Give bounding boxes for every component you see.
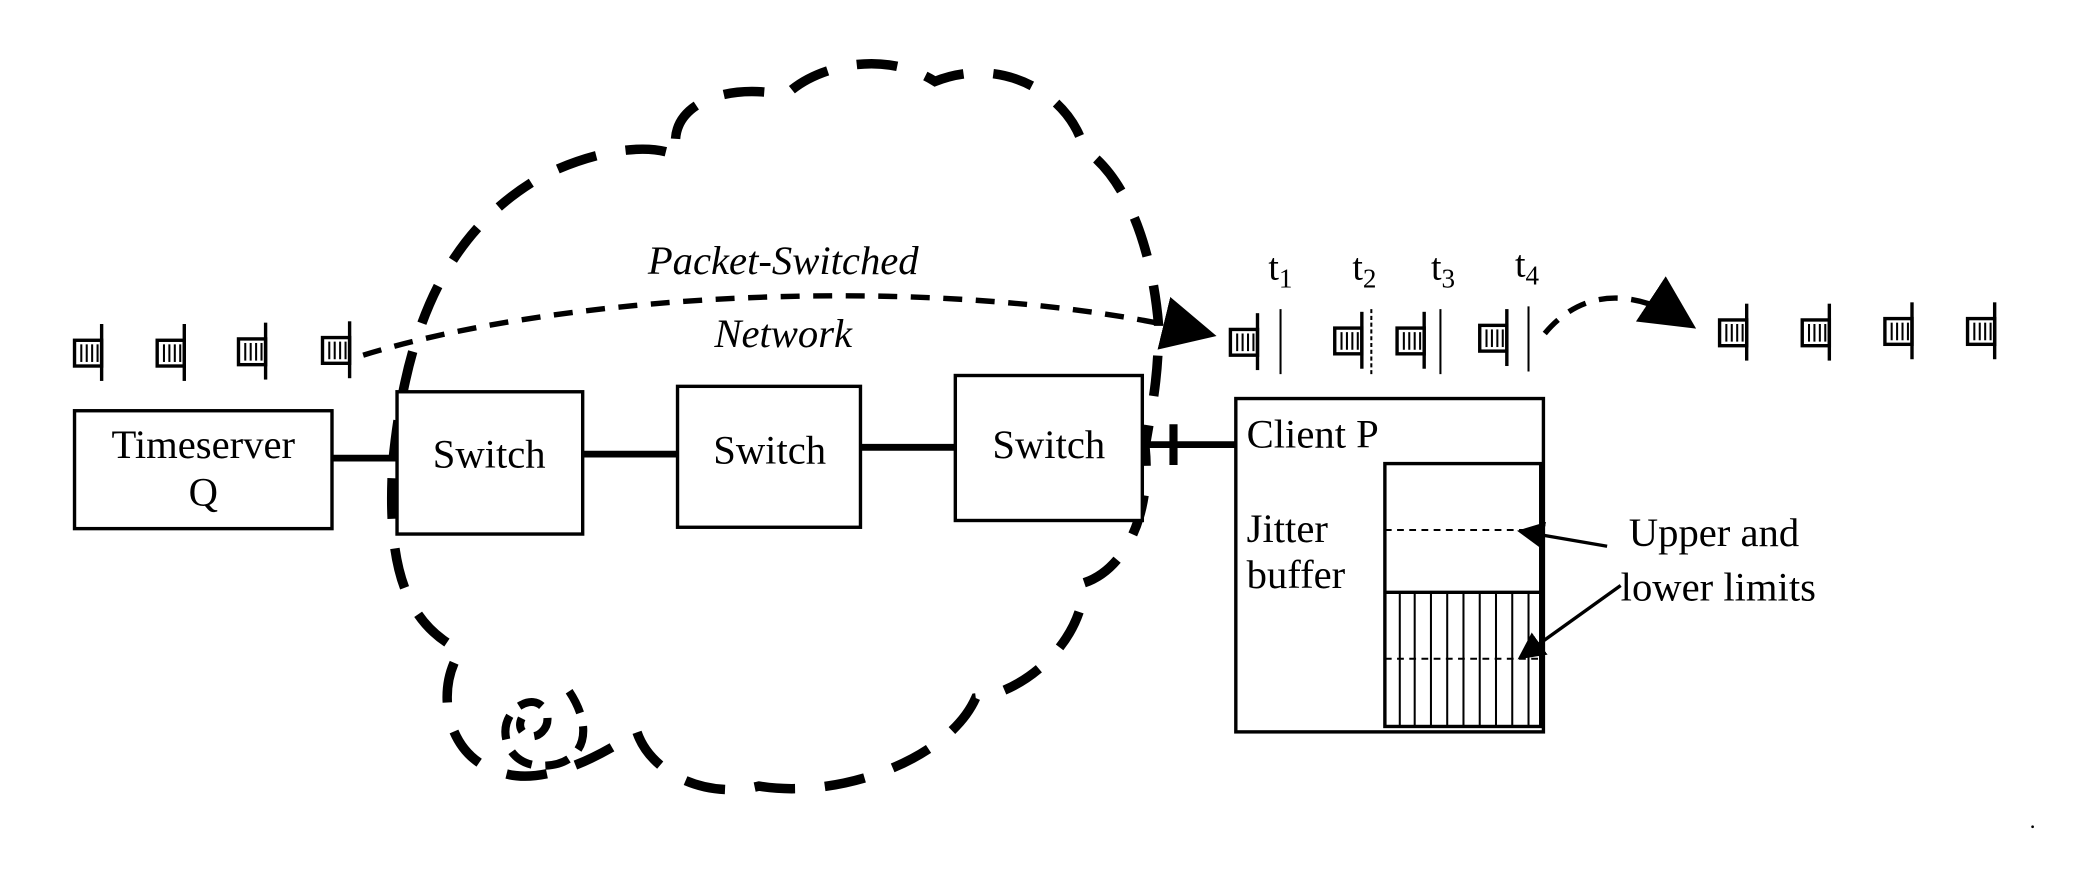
stray-mark — [2031, 825, 2034, 829]
time-label-t3: t3 — [1431, 246, 1455, 293]
output-flow-arrow — [1542, 276, 1697, 336]
packet-icon — [1478, 307, 1509, 368]
client-label: Client P — [1247, 411, 1379, 456]
jitter-buffer — [1383, 461, 1543, 729]
arriving-packets — [1228, 306, 1530, 375]
client-node: Client P Jitter buffer — [1234, 396, 1546, 734]
arrival-time-labels: t1 t2 t3 t4 — [1268, 244, 1539, 294]
packet-icon — [1395, 310, 1426, 371]
packet-icon — [1965, 300, 1997, 361]
jitter-label-line1: Jitter — [1247, 506, 1329, 551]
time-label-t1: t1 — [1268, 246, 1292, 293]
outgoing-packets — [72, 319, 352, 383]
packet-icon — [1333, 310, 1364, 371]
jitter-label-line2: buffer — [1247, 552, 1346, 597]
switch-label: Switch — [433, 432, 546, 477]
timeserver-node: Timeserver Q — [72, 409, 334, 531]
packet-icon — [72, 322, 104, 383]
diagram-canvas: Packet-Switched Network t1 t2 t3 t4 Time… — [72, 58, 2034, 829]
limits-label-line2: lower limits — [1621, 564, 1816, 609]
switch-node-2: Switch — [675, 384, 863, 529]
packet-icon — [236, 320, 268, 382]
timeserver-label-line1: Timeserver — [111, 422, 295, 467]
time-label-t4: t4 — [1515, 244, 1540, 291]
switch-label: Switch — [713, 428, 826, 473]
timeserver-label-line2: Q — [189, 470, 218, 515]
packet-icon — [1228, 311, 1260, 372]
packet-icon — [1800, 301, 1832, 363]
limits-label-line1: Upper and — [1629, 510, 1799, 555]
time-label-t2: t2 — [1352, 246, 1376, 293]
network-label-line2: Network — [713, 311, 853, 356]
packet-icon — [155, 322, 186, 383]
switch-label: Switch — [992, 422, 1105, 467]
packet-icon — [320, 319, 352, 380]
packet-icon — [1883, 300, 1914, 361]
output-packets — [1717, 300, 1997, 363]
packet-icon — [1717, 301, 1749, 363]
network-label-line1: Packet-Switched — [647, 238, 919, 283]
switch-node-1: Switch — [395, 390, 585, 536]
switch-node-3: Switch — [953, 373, 1145, 523]
